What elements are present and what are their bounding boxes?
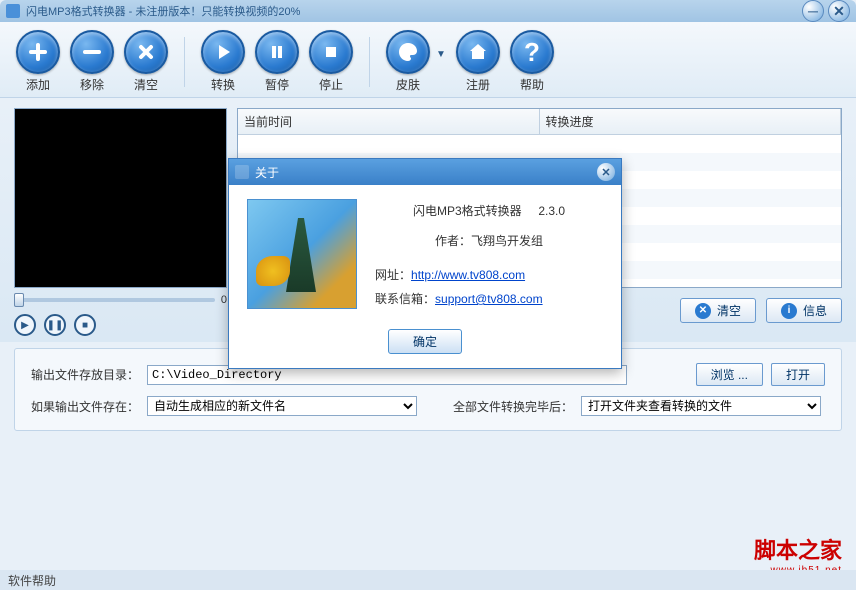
browse-button[interactable]: 浏览 ... xyxy=(696,363,763,386)
about-email-link[interactable]: support@tv808.com xyxy=(435,292,543,306)
close-button[interactable]: ✕ xyxy=(828,0,850,22)
dialog-title: 关于 xyxy=(255,164,597,181)
clear-button[interactable]: 清空 xyxy=(124,30,168,93)
convert-button[interactable]: 转换 xyxy=(201,30,245,93)
about-url-link[interactable]: http://www.tv808.com xyxy=(411,268,525,282)
x-icon xyxy=(124,30,168,74)
preview-pause-button[interactable]: ❚❚ xyxy=(44,314,66,336)
exist-label: 如果输出文件存在： xyxy=(31,398,139,415)
about-ok-button[interactable]: 确定 xyxy=(388,329,462,354)
minus-icon xyxy=(70,30,114,74)
video-preview xyxy=(14,108,227,288)
question-icon: ? xyxy=(510,30,554,74)
time-display: 0 xyxy=(221,294,227,306)
pause-button[interactable]: 暂停 xyxy=(255,30,299,93)
toolbar: 添加 移除 清空 转换 暂停 停止 皮肤 ▼ xyxy=(0,22,856,98)
about-image xyxy=(247,199,357,309)
add-button[interactable]: 添加 xyxy=(16,30,60,93)
window-title: 闪电MP3格式转换器 - 未注册版本！只能转换视频的20% xyxy=(26,3,798,19)
statusbar: 软件帮助 xyxy=(0,570,856,590)
dialog-close-button[interactable]: ✕ xyxy=(597,163,615,181)
exist-select[interactable]: 自动生成相应的新文件名 xyxy=(147,396,417,416)
output-dir-label: 输出文件存放目录： xyxy=(31,366,139,383)
minimize-button[interactable]: ─ xyxy=(802,0,824,22)
seek-slider[interactable] xyxy=(14,298,215,302)
info-icon: i xyxy=(781,303,797,319)
app-icon xyxy=(6,4,20,18)
about-version: 2.3.0 xyxy=(538,204,565,218)
preview-play-button[interactable]: ▶ xyxy=(14,314,36,336)
status-text: 软件帮助 xyxy=(8,572,56,589)
titlebar: 闪电MP3格式转换器 - 未注册版本！只能转换视频的20% ─ ✕ xyxy=(0,0,856,22)
list-clear-button[interactable]: ✕ 清空 xyxy=(680,298,756,323)
plus-icon xyxy=(16,30,60,74)
home-icon xyxy=(456,30,500,74)
col-progress: 转换进度 xyxy=(540,109,842,134)
after-label: 全部文件转换完毕后： xyxy=(453,398,573,415)
dialog-icon xyxy=(235,165,249,179)
about-dialog: 关于 ✕ 闪电MP3格式转换器 2.3.0 作者：飞翔鸟开发组 网址：http:… xyxy=(228,158,622,369)
play-icon xyxy=(201,30,245,74)
preview-stop-button[interactable]: ■ xyxy=(74,314,96,336)
dialog-titlebar[interactable]: 关于 ✕ xyxy=(229,159,621,185)
col-duration: 当前时间 xyxy=(238,109,540,134)
remove-button[interactable]: 移除 xyxy=(70,30,114,93)
skin-icon xyxy=(386,30,430,74)
about-author: 飞翔鸟开发组 xyxy=(471,234,543,248)
preview-pane: 0 ▶ ❚❚ ■ xyxy=(14,108,227,336)
register-button[interactable]: 注册 xyxy=(456,30,500,93)
stop-icon xyxy=(309,30,353,74)
x-icon: ✕ xyxy=(695,303,711,319)
skin-button[interactable]: 皮肤 xyxy=(386,30,430,93)
help-button[interactable]: ? 帮助 xyxy=(510,30,554,93)
pause-icon xyxy=(255,30,299,74)
after-select[interactable]: 打开文件夹查看转换的文件 xyxy=(581,396,821,416)
skin-dropdown[interactable]: ▼ xyxy=(436,16,446,93)
open-button[interactable]: 打开 xyxy=(771,363,825,386)
list-info-button[interactable]: i 信息 xyxy=(766,298,842,323)
about-app-name: 闪电MP3格式转换器 xyxy=(413,204,522,218)
stop-button[interactable]: 停止 xyxy=(309,30,353,93)
